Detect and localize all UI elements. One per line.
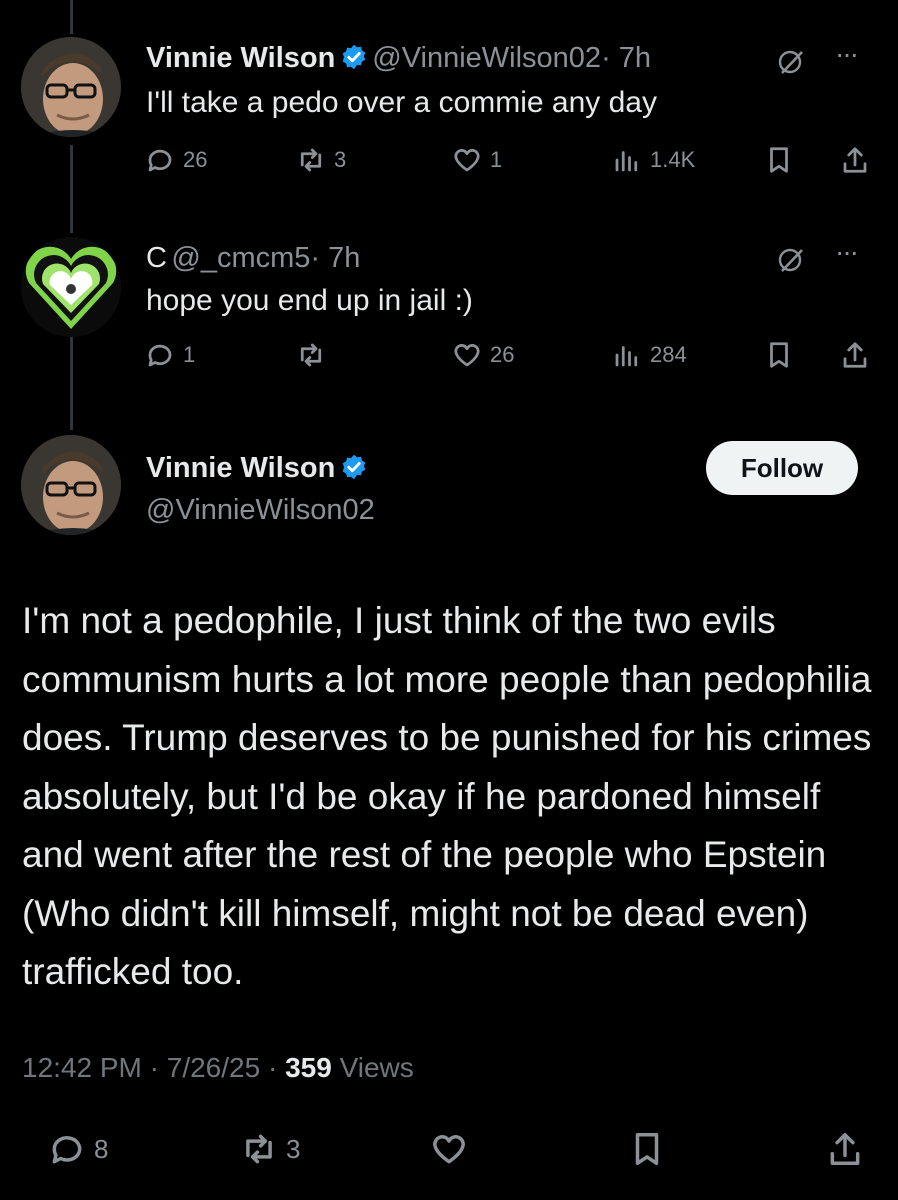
like-icon: [454, 344, 480, 367]
avatar[interactable]: [21, 435, 121, 535]
thread-line-top: [70, 0, 73, 34]
reply-icon: [52, 1136, 82, 1164]
avatar-heart-image: [21, 237, 121, 337]
bookmark-button[interactable]: [628, 1130, 666, 1168]
avatar[interactable]: [21, 37, 121, 137]
bookmark-icon: [770, 342, 788, 368]
tweet-meta: 12:42 PM · 7/26/25 · 359 Views: [22, 1052, 414, 1083]
author-handle[interactable]: @VinnieWilson02: [372, 42, 601, 74]
grok-icon[interactable]: [775, 46, 807, 78]
retweet-button[interactable]: [296, 340, 334, 370]
like-icon: [454, 149, 480, 172]
views-count: 284: [650, 342, 687, 367]
avatar-photo: [21, 37, 121, 137]
reply-icon: [148, 149, 172, 172]
tweet-header: C @_cmcm5· 7h: [146, 242, 360, 275]
author-name[interactable]: C: [146, 242, 167, 274]
bookmark-button[interactable]: [764, 145, 794, 175]
share-button[interactable]: [840, 340, 870, 370]
tweet-text: I'll take a pedo over a commie any day: [146, 86, 657, 119]
main-author: Vinnie Wilson: [146, 452, 368, 485]
author-handle[interactable]: @VinnieWilson02: [146, 494, 375, 527]
retweet-icon: [300, 148, 322, 172]
retweet-icon: [246, 1134, 272, 1164]
retweet-button[interactable]: 3: [296, 145, 346, 175]
tweet-time: · 7h: [601, 42, 652, 74]
share-icon: [843, 147, 867, 173]
reply-button[interactable]: 1: [145, 340, 195, 370]
thread-line-1: [70, 145, 73, 233]
reply-count: 8: [94, 1133, 109, 1164]
reply-icon: [148, 344, 172, 367]
retweet-button[interactable]: 3: [240, 1130, 300, 1168]
grok-icon[interactable]: [775, 244, 807, 276]
tweet-date: 7/26/25: [166, 1052, 261, 1083]
views-button[interactable]: 1.4K: [612, 145, 695, 175]
author-name[interactable]: Vinnie Wilson: [146, 42, 335, 74]
tweet-time: 12:42 PM: [22, 1052, 142, 1083]
verified-icon: [342, 44, 366, 70]
avatar[interactable]: [21, 237, 121, 337]
verified-icon: [342, 454, 366, 480]
like-count: 26: [490, 342, 515, 367]
follow-button[interactable]: Follow: [706, 441, 858, 495]
like-count: 1: [490, 147, 503, 172]
views-count: 359: [285, 1052, 332, 1083]
tweet-header: Vinnie Wilson @VinnieWilson02· 7h: [146, 42, 651, 75]
retweet-icon: [300, 343, 322, 367]
share-icon: [830, 1133, 860, 1165]
views-label: Views: [339, 1052, 414, 1083]
share-button[interactable]: [840, 145, 870, 175]
tweet-body: I'm not a pedophile, I just think of the…: [22, 600, 872, 992]
author-name[interactable]: Vinnie Wilson: [146, 452, 335, 484]
bookmark-icon: [635, 1133, 659, 1165]
like-button[interactable]: 1: [452, 145, 502, 175]
share-icon: [843, 342, 867, 368]
reply-button[interactable]: 26: [145, 145, 207, 175]
like-button[interactable]: 26: [452, 340, 514, 370]
views-icon: [615, 151, 638, 172]
retweet-count: 3: [334, 147, 347, 172]
views-count: 1.4K: [650, 147, 696, 172]
reply-button[interactable]: 8: [48, 1130, 108, 1168]
views-button[interactable]: 284: [612, 340, 687, 370]
views-icon: [615, 346, 638, 367]
reply-count: 1: [183, 342, 196, 367]
avatar-photo: [21, 435, 121, 535]
retweet-count: 3: [286, 1133, 301, 1164]
more-icon[interactable]: ···: [835, 236, 859, 268]
tweet-time: · 7h: [310, 242, 361, 274]
bookmark-icon: [770, 147, 788, 173]
reply-count: 26: [183, 147, 208, 172]
author-handle[interactable]: @_cmcm5: [171, 242, 310, 274]
bookmark-button[interactable]: [764, 340, 794, 370]
thread-line-2: [70, 330, 73, 430]
share-button[interactable]: [826, 1130, 864, 1168]
like-icon: [433, 1135, 465, 1164]
like-button[interactable]: [430, 1130, 468, 1168]
more-icon[interactable]: ···: [835, 38, 859, 70]
tweet-text: hope you end up in jail :): [146, 284, 473, 317]
